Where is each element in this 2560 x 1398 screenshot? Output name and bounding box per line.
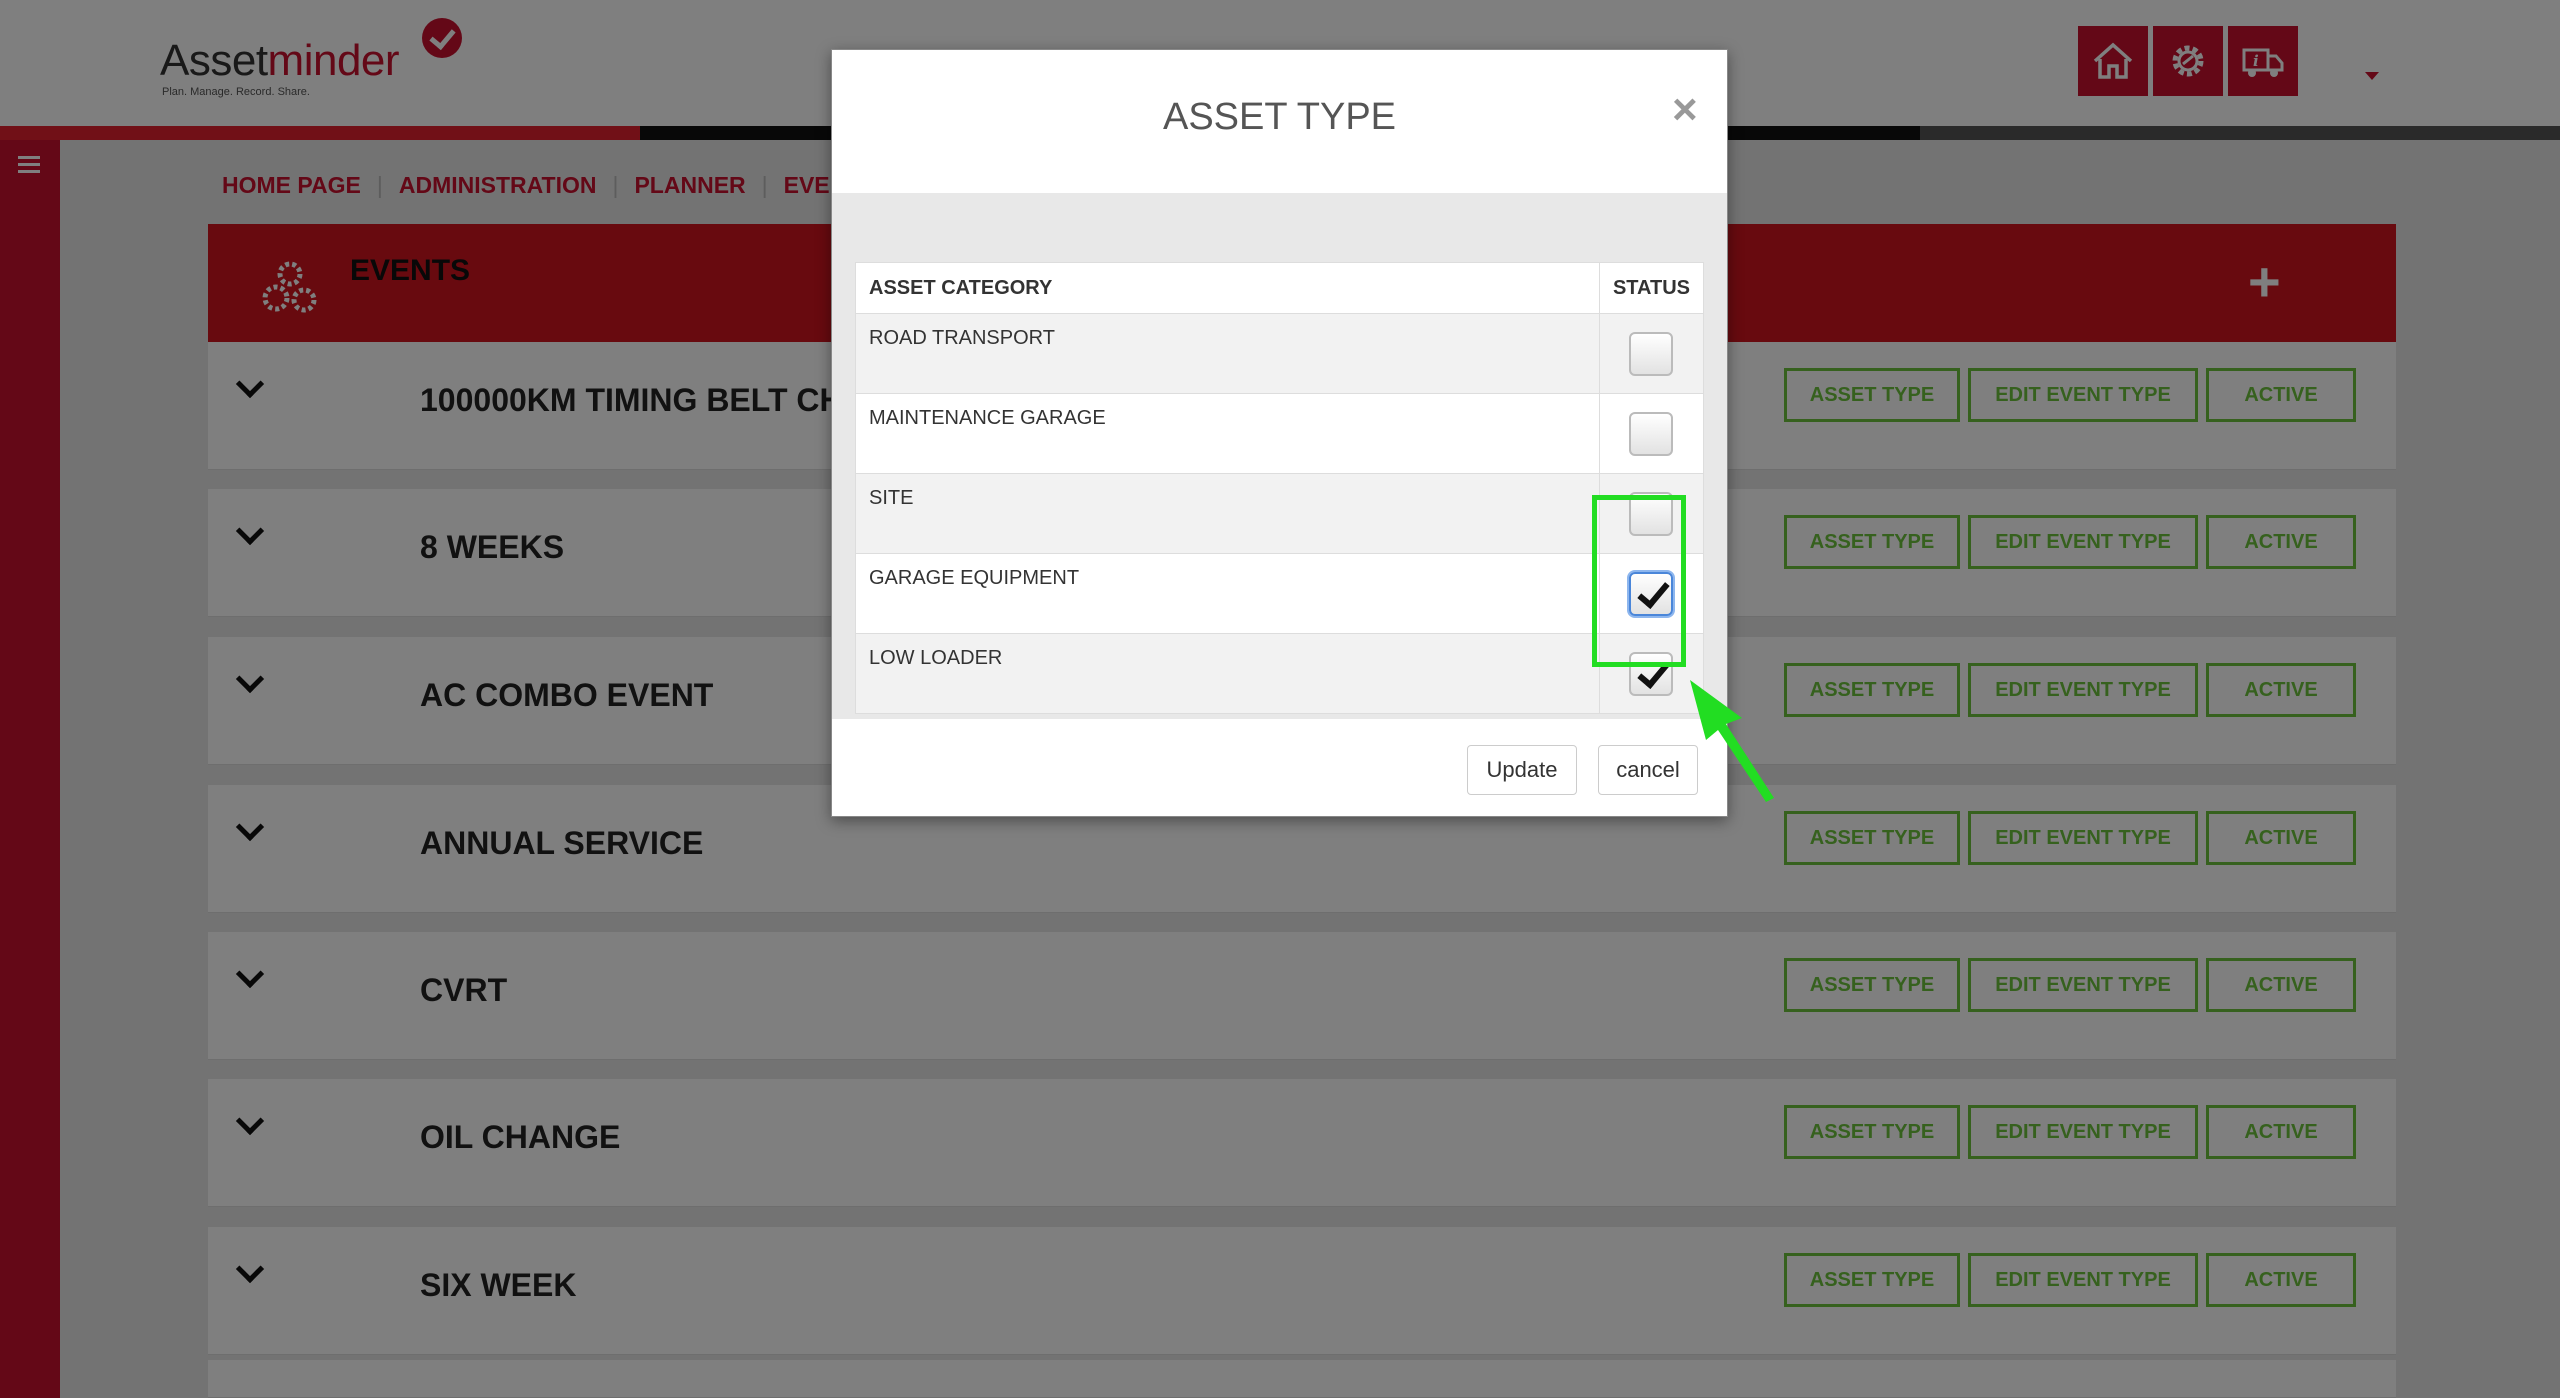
column-header-status: STATUS (1598, 262, 1705, 314)
modal-title: ASSET TYPE (1162, 96, 1397, 138)
table-row: GARAGE EQUIPMENT (855, 553, 1705, 634)
asset-category-name: GARAGE EQUIPMENT (855, 553, 1600, 634)
asset-category-name: SITE (855, 473, 1600, 554)
annotation-arrow-icon (1690, 680, 1774, 802)
table-row: MAINTENANCE GARAGE (855, 393, 1705, 474)
highlight-box (1592, 495, 1686, 667)
status-cell (1598, 393, 1705, 474)
asset-category-table: ASSET CATEGORY STATUS ROAD TRANSPORT MAI… (855, 262, 1705, 714)
asset-type-modal: ASSET TYPE × ASSET CATEGORY STATUS ROAD … (831, 49, 1728, 817)
update-button[interactable]: Update (1467, 745, 1577, 795)
asset-category-name: ROAD TRANSPORT (855, 313, 1600, 394)
table-header-row: ASSET CATEGORY STATUS (855, 262, 1705, 314)
status-checkbox[interactable] (1629, 331, 1674, 376)
asset-category-name: MAINTENANCE GARAGE (855, 393, 1600, 474)
asset-category-name: LOW LOADER (855, 633, 1600, 714)
table-row: LOW LOADER (855, 633, 1705, 714)
modal-footer: Update cancel (832, 719, 1727, 816)
table-row: ROAD TRANSPORT (855, 313, 1705, 394)
close-icon[interactable]: × (1672, 88, 1698, 132)
column-header-asset-category: ASSET CATEGORY (855, 262, 1600, 314)
table-row: SITE (855, 473, 1705, 554)
status-cell (1598, 313, 1705, 394)
status-checkbox[interactable] (1629, 411, 1674, 456)
